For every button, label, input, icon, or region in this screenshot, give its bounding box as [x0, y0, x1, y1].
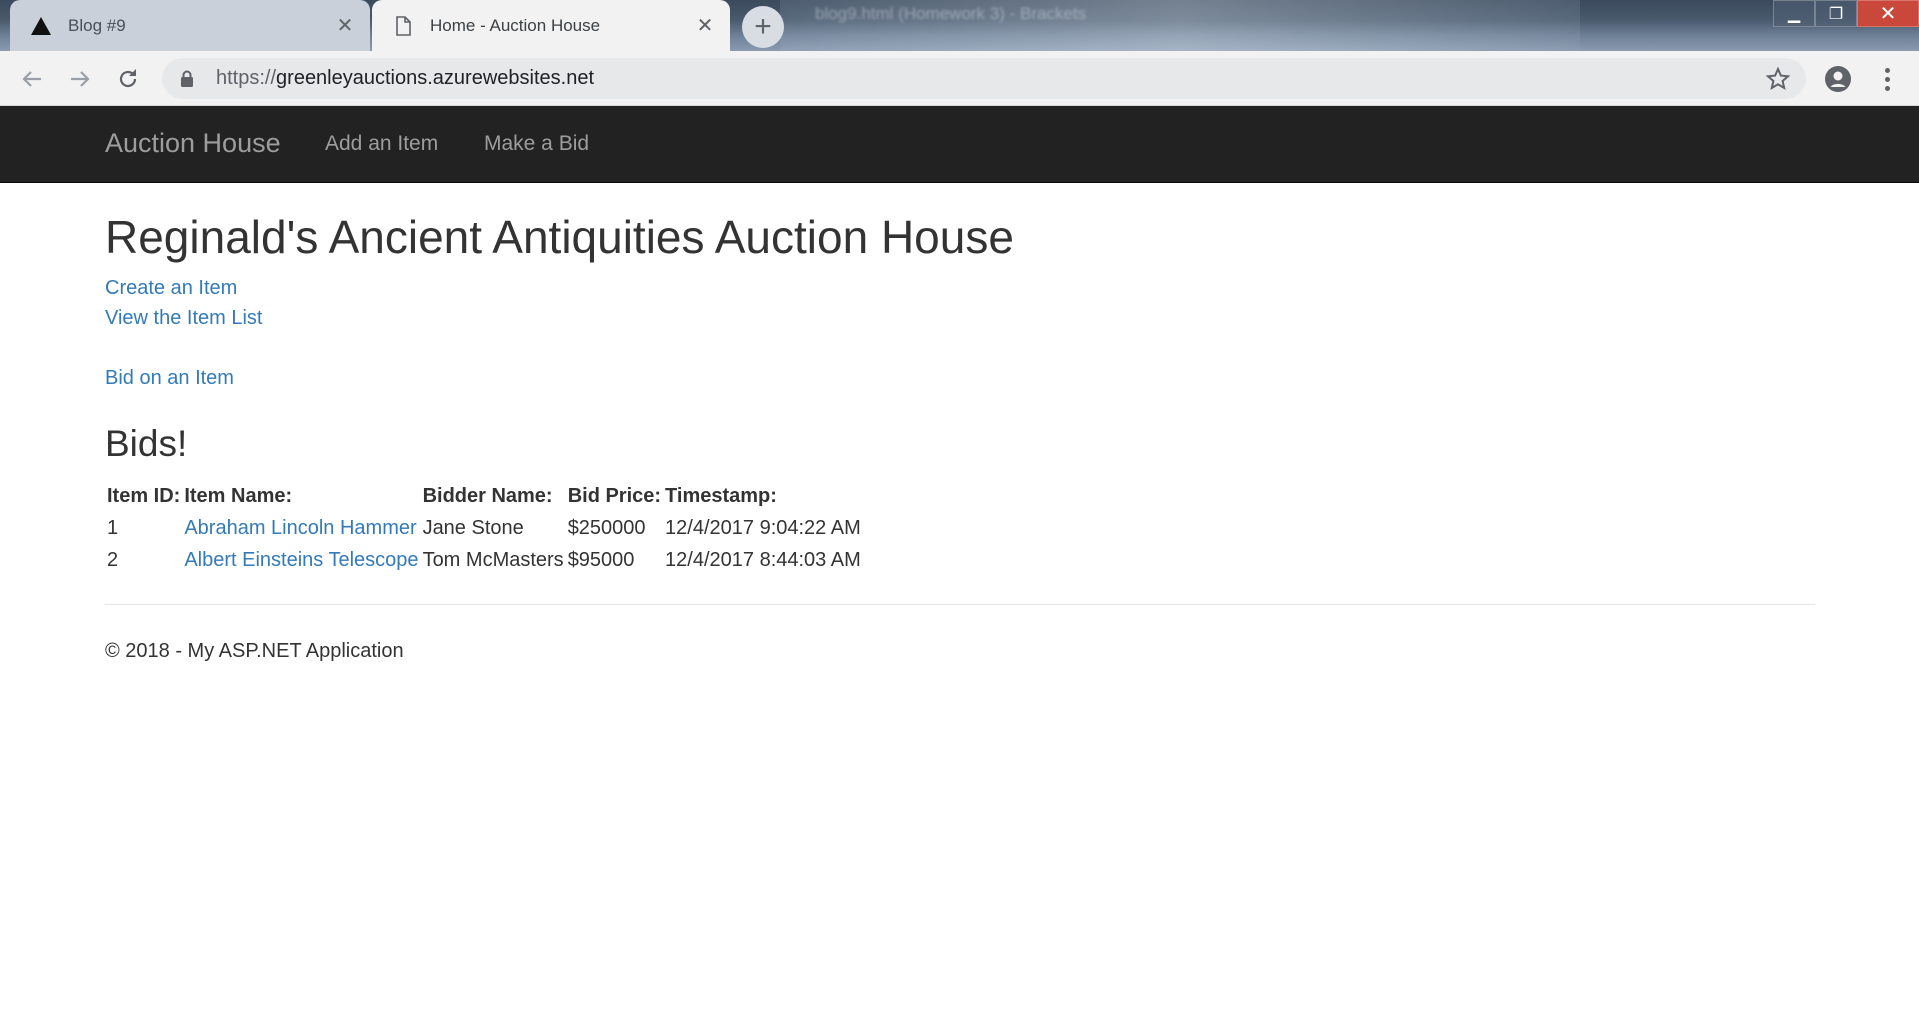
tab-title: Home - Auction House — [430, 15, 601, 35]
header-bid-price: Bid Price: — [567, 485, 662, 507]
nav-make-bid[interactable]: Make a Bid — [484, 132, 589, 156]
cell-item-id: 1 — [107, 516, 119, 539]
footer-divider — [105, 604, 1815, 605]
bids-heading: Bids! — [105, 423, 188, 464]
reload-icon[interactable] — [108, 51, 148, 106]
navbar-brand[interactable]: Auction House — [105, 128, 281, 159]
minimize-button[interactable]: ▁ — [1773, 0, 1815, 27]
create-item-link[interactable]: Create an Item — [105, 277, 237, 300]
cell-item-name: Albert Einsteins Telescope — [182, 544, 420, 576]
profile-avatar-icon[interactable] — [1822, 63, 1854, 95]
page-icon — [390, 13, 416, 39]
bid-on-item-link[interactable]: Bid on an Item — [105, 367, 234, 390]
new-tab-button[interactable]: + — [742, 6, 784, 48]
cell-bid-price: $250000 — [567, 516, 646, 539]
url-scheme: https:// — [216, 67, 277, 89]
close-tab-icon[interactable]: ✕ — [694, 15, 716, 37]
cell-timestamp: 12/4/2017 8:44:03 AM — [665, 548, 861, 571]
table-header-row: Item ID: Item Name: Bidder Name: Bid Pri… — [105, 481, 863, 512]
header-bidder-name: Bidder Name: — [422, 485, 553, 507]
header-item-name: Item Name: — [184, 485, 293, 507]
close-window-button[interactable]: ✕ — [1857, 0, 1919, 27]
browser-toolbar: https://greenleyauctions.azurewebsites.n… — [0, 51, 1919, 106]
bookmark-star-icon[interactable] — [1764, 66, 1792, 91]
triangle-logo-icon — [28, 13, 54, 39]
tab-auction-house[interactable]: Home - Auction House ✕ — [372, 0, 730, 51]
cell-item-id: 2 — [107, 548, 119, 571]
browser-tab-strip: blog9.html (Homework 3) - Brackets Blog … — [0, 0, 1919, 51]
table-row: 2 Albert Einsteins Telescope Tom McMaste… — [105, 544, 863, 576]
window-controls: ▁ ❐ ✕ — [1773, 0, 1919, 28]
nav-add-item[interactable]: Add an Item — [325, 132, 438, 156]
table-row: 1 Abraham Lincoln Hammer Jane Stone $250… — [105, 512, 863, 544]
footer-text: © 2018 - My ASP.NET Application — [105, 640, 404, 662]
cell-item-name: Abraham Lincoln Hammer — [182, 512, 420, 544]
back-arrow-icon[interactable] — [12, 51, 52, 106]
view-item-list-link[interactable]: View the Item List — [105, 307, 262, 330]
tab-title: Blog #9 — [68, 15, 126, 35]
bids-table: Item ID: Item Name: Bidder Name: Bid Pri… — [105, 481, 863, 576]
tab-blog[interactable]: Blog #9 ✕ — [10, 0, 370, 51]
page-title: Reginald's Ancient Antiquities Auction H… — [105, 211, 1014, 263]
url-text[interactable]: https://greenleyauctions.azurewebsites.n… — [216, 67, 1764, 90]
forward-arrow-icon[interactable] — [60, 51, 100, 106]
browser-menu-icon[interactable] — [1872, 61, 1902, 97]
url-host: greenleyauctions.azurewebsites.net — [276, 67, 594, 89]
cell-bid-price: $95000 — [567, 548, 635, 571]
item-name-link[interactable]: Albert Einsteins Telescope — [184, 549, 418, 571]
header-item-id: Item ID: — [107, 485, 181, 507]
header-timestamp: Timestamp: — [665, 485, 777, 507]
restore-button[interactable]: ❐ — [1815, 0, 1857, 27]
cell-bidder-name: Jane Stone — [422, 516, 524, 539]
close-tab-icon[interactable]: ✕ — [334, 15, 356, 37]
item-name-link[interactable]: Abraham Lincoln Hammer — [184, 517, 416, 539]
cell-timestamp: 12/4/2017 9:04:22 AM — [665, 516, 861, 539]
address-bar[interactable]: https://greenleyauctions.azurewebsites.n… — [162, 58, 1806, 99]
lock-icon[interactable] — [180, 70, 200, 88]
background-window-title: blog9.html (Homework 3) - Brackets — [815, 4, 1087, 23]
cell-bidder-name: Tom McMasters — [422, 548, 564, 571]
site-navbar: Auction House Add an Item Make a Bid — [0, 106, 1919, 183]
